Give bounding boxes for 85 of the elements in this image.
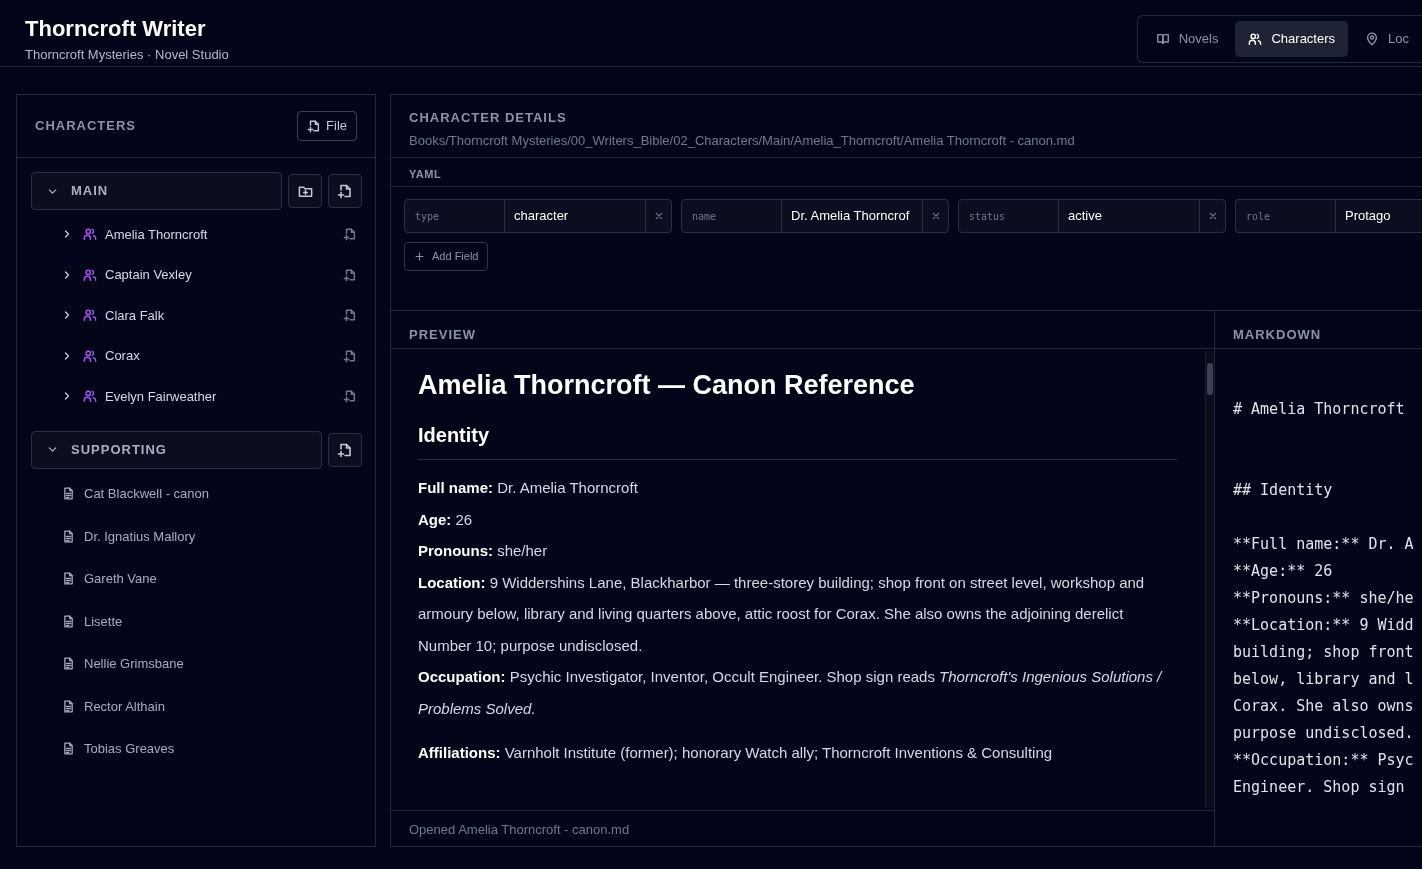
- section-label: YAML: [391, 158, 1422, 187]
- people-icon: [83, 227, 97, 242]
- group-header[interactable]: MAIN: [31, 172, 282, 210]
- document-icon: [62, 742, 75, 756]
- people-icon: [83, 267, 97, 282]
- group-header[interactable]: SUPPORTING: [31, 430, 322, 469]
- paragraph: Affiliations: Varnholt Institute (former); honorary Watch ally; Thorncroft Inventions & Consulting: [418, 743, 1054, 764]
- file-plus-icon: [337, 183, 353, 199]
- sidebar-item[interactable]: Dr. Ignatius Mallory: [84, 526, 196, 546]
- new-file-button[interactable]: [343, 308, 357, 323]
- document-icon: [62, 657, 75, 671]
- sidebar-item[interactable]: Tobias Greaves: [84, 739, 175, 759]
- sidebar-title: CHARACTERS: [35, 117, 136, 136]
- file-plus-icon: [337, 441, 353, 458]
- book-icon: [1155, 32, 1170, 46]
- people-icon: [1248, 32, 1263, 46]
- code-line: below, library and l: [1233, 670, 1414, 688]
- document-icon: [62, 699, 75, 713]
- new-file-button[interactable]: [343, 389, 357, 404]
- document-icon: [62, 614, 75, 628]
- code-line: **Occupation:** Psyc: [1233, 751, 1414, 769]
- paragraph: Occupation: Psychic Investigator, Inventor, Occult Engineer. Shop sign reads Thorncroft's Ingenious Solutions / Problems Solved.: [418, 667, 1164, 719]
- code-line: building; shop front: [1233, 643, 1414, 661]
- paragraph: Location: 9 Widdershins Lane, Blackharbor — three-storey building; shop front on street level, workshop and armoury below, library and living quarters above, attic roost for Corax. She also owns the adjoining derelict Number 10; purpose undisclosed.: [418, 572, 1146, 656]
- section-label: MARKDOWN: [1233, 327, 1322, 342]
- code-line: **Age:** 26: [1233, 562, 1333, 580]
- sidebar-item[interactable]: Nellie Grimsbane: [84, 654, 184, 674]
- code-line: **Full name:** Dr. A: [1233, 535, 1414, 553]
- sidebar-item[interactable]: Evelyn Fairweather: [105, 386, 217, 406]
- code-line: purpose undisclosed.: [1233, 724, 1414, 742]
- file-plus-icon: [307, 119, 322, 133]
- sidebar-item[interactable]: Clara Falk: [105, 305, 165, 325]
- new-file-button[interactable]: [343, 348, 357, 363]
- nav-tab[interactable]: Loc: [1352, 21, 1422, 57]
- file-plus-icon: [343, 308, 357, 323]
- people-icon: [83, 389, 97, 404]
- file-plus-icon: [343, 267, 357, 282]
- new-file-button[interactable]: [328, 432, 362, 467]
- yaml-field[interactable]: type character: [404, 199, 672, 233]
- scrollbar[interactable]: [1205, 351, 1214, 808]
- code-line: **Pronouns:** she/he: [1233, 589, 1414, 607]
- sidebar-item[interactable]: Amelia Thorncroft: [105, 224, 208, 244]
- people-icon: [83, 348, 97, 363]
- code-line: Engineer. Shop sign: [1233, 778, 1405, 796]
- nav-tab[interactable]: Characters: [1235, 21, 1349, 57]
- add-field-button[interactable]: Add Field: [404, 242, 489, 271]
- yaml-field[interactable]: name Dr. Amelia Thorncrof: [681, 199, 949, 233]
- app-title: Thorncroft Writer: [25, 17, 207, 42]
- document-icon: [62, 572, 75, 586]
- sidebar-item[interactable]: Rector Althain: [84, 696, 165, 716]
- app-subtitle: Thorncroft Mysteries · Novel Studio: [25, 46, 229, 65]
- section-label: PREVIEW: [409, 327, 476, 342]
- document-icon: [62, 529, 75, 543]
- paragraph: Full name: Dr. Amelia Thorncroft: [418, 478, 639, 499]
- file-path: Books/Thorncroft Mysteries/00_Writers_Bible/02_Characters/Main/Amelia_Thorncroft/Amelia Thorncroft - canon.md: [409, 131, 1076, 150]
- code-line: **Location:** 9 Widd: [1233, 616, 1414, 634]
- new-file-button[interactable]: File: [297, 111, 357, 141]
- file-plus-icon: [343, 389, 357, 404]
- status-text: Opened Amelia Thorncroft - canon.md: [391, 810, 1214, 846]
- people-icon: [83, 308, 97, 323]
- sidebar-item[interactable]: Lisette: [84, 611, 123, 631]
- new-file-button[interactable]: [328, 174, 362, 208]
- new-file-button[interactable]: [343, 227, 357, 242]
- nav-tab[interactable]: Novels: [1142, 21, 1232, 57]
- yaml-field[interactable]: status active: [958, 199, 1226, 233]
- sidebar-item[interactable]: Corax: [105, 346, 140, 366]
- sidebar-item[interactable]: Gareth Vane: [84, 569, 157, 589]
- section-heading: Identity: [418, 423, 1177, 461]
- code-line: Corax. She also owns: [1233, 697, 1414, 715]
- code-line: ## Identity: [1233, 481, 1333, 499]
- paragraph: Pronouns: she/her: [418, 541, 549, 562]
- new-folder-button[interactable]: [288, 174, 322, 208]
- file-plus-icon: [343, 348, 357, 363]
- new-file-button[interactable]: [343, 267, 357, 282]
- sidebar-item[interactable]: Cat Blackwell - canon: [84, 484, 209, 504]
- file-plus-icon: [343, 227, 357, 242]
- panel-title: CHARACTER DETAILS: [409, 109, 568, 127]
- code-line: # Amelia Thorncroft: [1233, 400, 1405, 418]
- document-title: Amelia Thorncroft — Canon Reference: [418, 369, 916, 402]
- map-pin-icon: [1365, 32, 1380, 46]
- document-icon: [62, 487, 75, 501]
- sidebar-item[interactable]: Captain Vexley: [105, 265, 192, 285]
- yaml-field[interactable]: role Protago: [1235, 199, 1422, 233]
- paragraph: Age: 26: [418, 509, 474, 530]
- plus-icon: [414, 250, 425, 262]
